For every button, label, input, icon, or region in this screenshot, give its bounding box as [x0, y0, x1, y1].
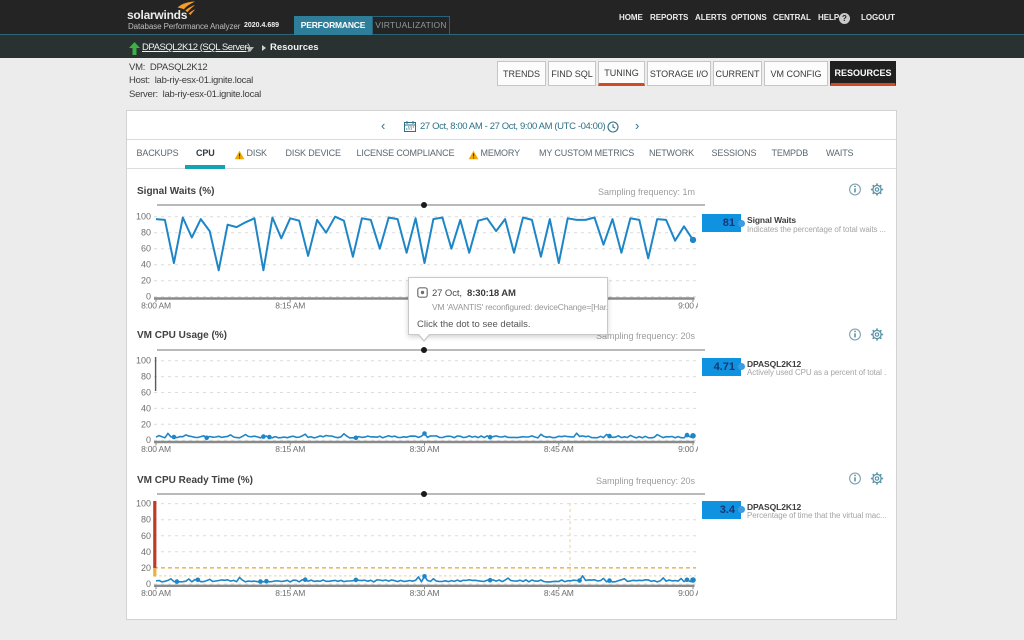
- svg-text:40: 40: [141, 403, 151, 413]
- svg-text:8:30 AM: 8:30 AM: [410, 444, 440, 454]
- svg-text:20: 20: [141, 563, 151, 573]
- svg-text:9:00 AM: 9:00 AM: [678, 588, 698, 598]
- svg-text:100: 100: [136, 499, 151, 509]
- svg-text:8:00 AM: 8:00 AM: [141, 301, 171, 311]
- svg-text:20: 20: [141, 276, 151, 286]
- svg-text:40: 40: [141, 260, 151, 270]
- svg-text:8:45 AM: 8:45 AM: [544, 588, 574, 598]
- svg-text:100: 100: [136, 356, 151, 366]
- svg-text:20: 20: [141, 419, 151, 429]
- svg-text:8:15 AM: 8:15 AM: [275, 444, 305, 454]
- svg-text:8:45 AM: 8:45 AM: [544, 444, 574, 454]
- svg-text:40: 40: [141, 547, 151, 557]
- svg-text:60: 60: [141, 244, 151, 254]
- svg-text:60: 60: [141, 531, 151, 541]
- svg-text:100: 100: [136, 212, 151, 222]
- svg-text:80: 80: [141, 372, 151, 382]
- svg-text:80: 80: [141, 228, 151, 238]
- svg-text:8:15 AM: 8:15 AM: [275, 301, 305, 311]
- svg-text:8:00 AM: 8:00 AM: [141, 588, 171, 598]
- svg-text:60: 60: [141, 388, 151, 398]
- svg-text:9:00 AM: 9:00 AM: [678, 301, 698, 311]
- svg-text:8:15 AM: 8:15 AM: [275, 588, 305, 598]
- svg-text:8:00 AM: 8:00 AM: [141, 444, 171, 454]
- svg-text:9:00 AM: 9:00 AM: [678, 444, 698, 454]
- svg-text:80: 80: [141, 515, 151, 525]
- svg-text:8:30 AM: 8:30 AM: [410, 588, 440, 598]
